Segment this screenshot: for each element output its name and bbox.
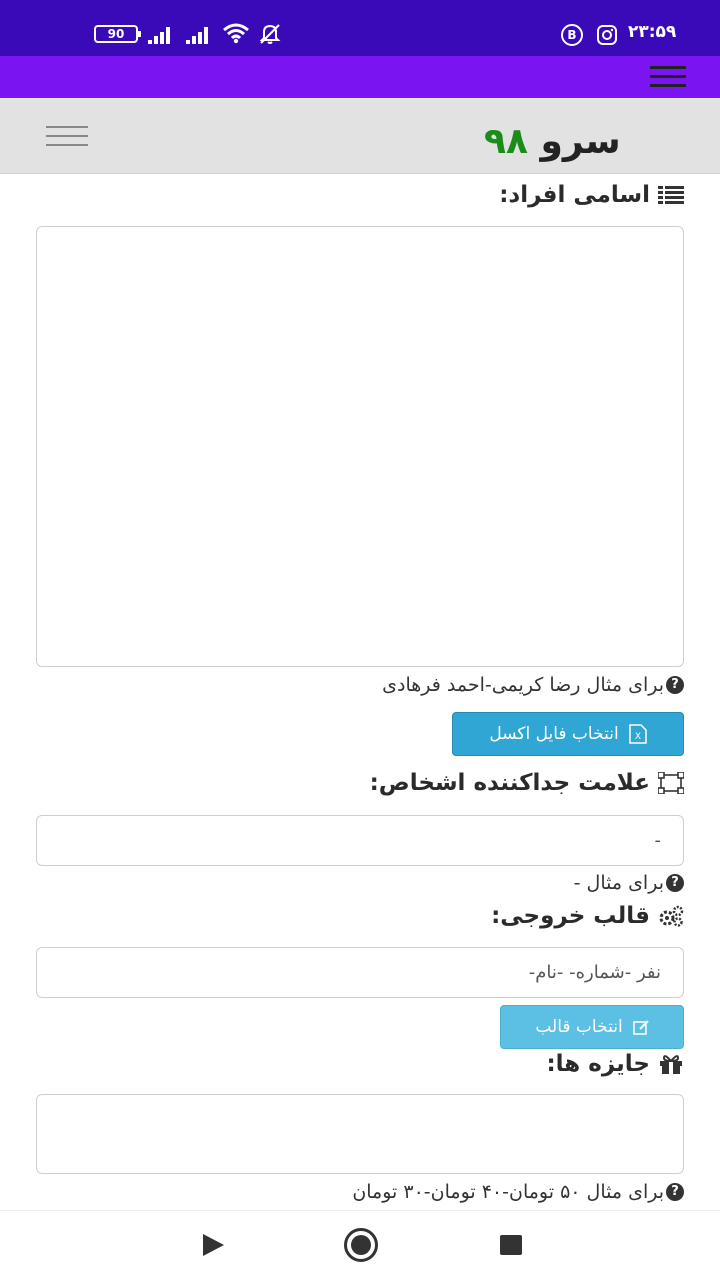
svg-text:X: X	[635, 732, 641, 742]
excel-file-icon: X	[628, 724, 647, 744]
logo-number: ۹۸	[484, 121, 528, 162]
edit-icon	[632, 1020, 649, 1035]
instagram-icon	[597, 25, 617, 45]
b-badge-icon: B	[561, 24, 583, 46]
separator-help: ? برای مثال -	[574, 872, 684, 894]
status-bar: 90 B ۲۳:۵۹	[0, 0, 720, 56]
site-logo[interactable]: سرو ۹۸	[484, 120, 621, 164]
hamburger-menu-icon[interactable]	[46, 122, 88, 148]
template-input-value: نفر -شماره- -نام-	[528, 962, 661, 983]
signal-icon	[186, 24, 214, 44]
object-ungroup-icon	[658, 772, 684, 794]
template-label: قالب خروجی:	[491, 903, 684, 929]
prizes-label-text: جایزه ها:	[546, 1051, 650, 1077]
home-icon[interactable]	[344, 1228, 378, 1262]
select-excel-button[interactable]: X انتخاب فایل اکسل	[452, 712, 684, 756]
bell-off-icon	[259, 24, 281, 44]
select-template-button[interactable]: انتخاب قالب	[500, 1005, 684, 1049]
names-textarea[interactable]	[36, 226, 684, 667]
help-icon: ?	[666, 676, 684, 694]
recents-icon[interactable]	[500, 1235, 522, 1255]
cogs-icon	[659, 905, 684, 927]
badge-letter: B	[567, 28, 577, 42]
separator-label-text: علامت جداکننده اشخاص:	[369, 770, 650, 796]
select-template-button-label: انتخاب قالب	[535, 1017, 623, 1037]
app-bar	[0, 56, 720, 98]
back-icon[interactable]	[203, 1234, 224, 1256]
select-excel-button-label: انتخاب فایل اکسل	[489, 724, 619, 744]
names-help: ? برای مثال رضا کریمی-احمد فرهادی	[382, 674, 684, 696]
prizes-label: جایزه ها:	[546, 1051, 684, 1077]
names-label-text: اسامی افراد:	[499, 182, 650, 208]
help-icon: ?	[666, 874, 684, 892]
names-help-text: برای مثال رضا کریمی-احمد فرهادی	[382, 674, 664, 696]
battery-level: 90	[107, 27, 125, 41]
wifi-icon	[223, 23, 249, 44]
names-label: اسامی افراد:	[499, 182, 684, 208]
separator-input-value: -	[654, 830, 662, 851]
template-label-text: قالب خروجی:	[491, 903, 650, 929]
separator-label: علامت جداکننده اشخاص:	[370, 770, 684, 796]
template-input[interactable]: نفر -شماره- -نام-	[36, 947, 684, 998]
signal-icon	[148, 24, 176, 44]
help-icon: ?	[666, 1183, 684, 1201]
battery-icon: 90	[94, 25, 141, 43]
gift-icon	[660, 1055, 682, 1074]
prizes-textarea[interactable]	[36, 1094, 684, 1174]
status-time: ۲۳:۵۹	[628, 22, 677, 42]
separator-input[interactable]: -	[36, 815, 684, 866]
list-icon	[658, 186, 684, 204]
prizes-help: ? برای مثال ۵۰ تومان-۴۰ تومان-۳۰ تومان	[352, 1181, 684, 1203]
logo-text: سرو	[540, 121, 621, 162]
menu-icon[interactable]	[650, 65, 686, 89]
separator-help-text: برای مثال -	[573, 872, 664, 894]
prizes-help-text: برای مثال ۵۰ تومان-۴۰ تومان-۳۰ تومان	[352, 1181, 664, 1203]
